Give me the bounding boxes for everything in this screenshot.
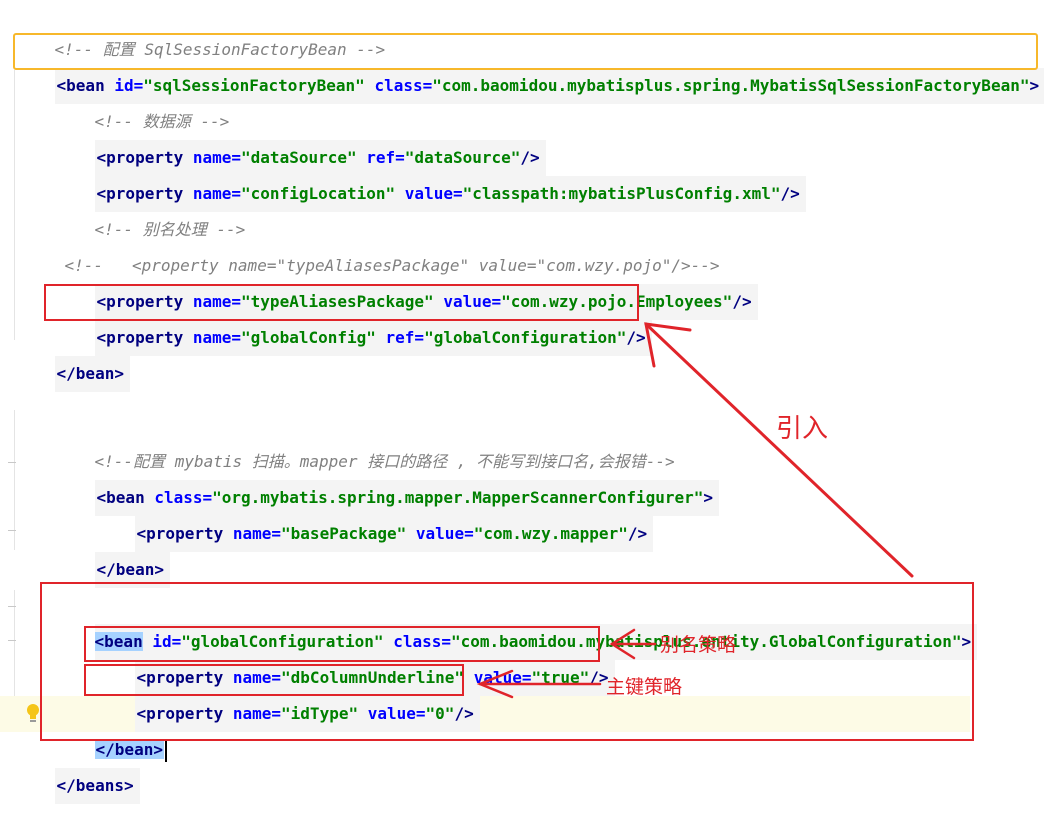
- code-line[interactable]: <property name="basePackage" value="com.…: [96, 480, 654, 552]
- xml-tag: />: [780, 184, 800, 203]
- fold-marker[interactable]: [8, 462, 16, 463]
- xml-value: "com.wzy.mapper": [473, 524, 628, 543]
- indent-guide: [14, 410, 15, 550]
- xml-tag: />: [732, 292, 752, 311]
- xml-value: "globalConfiguration": [424, 328, 627, 347]
- text-caret: [164, 739, 167, 762]
- xml-tag: />: [626, 328, 646, 347]
- xml-value: "true": [531, 668, 590, 687]
- code-line[interactable]: <!-- 别名处理 -->: [56, 176, 246, 239]
- xml-value: "com.baomidou.mybatisplus.spring.Mybatis…: [432, 76, 1030, 95]
- xml-value: "0": [425, 704, 455, 723]
- code-line[interactable]: <bean id="globalConfiguration" class="co…: [56, 588, 978, 660]
- code-editor[interactable]: <!-- 配置 SqlSessionFactoryBean --> <bean …: [0, 0, 1044, 804]
- xml-attr: name=: [192, 328, 242, 347]
- xml-attr: ref=: [385, 328, 425, 347]
- indent-guide: [14, 70, 15, 340]
- fold-marker[interactable]: [8, 640, 16, 641]
- code-line[interactable]: </bean>: [56, 516, 170, 588]
- code-line[interactable]: <property name="dbColumnUnderline" value…: [96, 624, 615, 696]
- annotation-key-strategy: 主键策略: [606, 676, 683, 698]
- xml-tag: </beans>: [56, 776, 134, 795]
- xml-attr: value=: [415, 524, 474, 543]
- xml-value: "idType": [281, 704, 359, 723]
- code-line[interactable]: </beans>: [16, 732, 140, 804]
- code-line[interactable]: </bean>: [56, 696, 167, 762]
- xml-tag: </bean>: [56, 364, 124, 383]
- annotation-alias-strategy: 别名策略: [660, 634, 737, 656]
- xml-tag: />: [627, 524, 648, 543]
- xml-attr: value=: [367, 704, 426, 723]
- code-line[interactable]: <!-- 数据源 -->: [56, 68, 230, 131]
- xml-attr: value=: [473, 668, 532, 687]
- xml-attr: name=: [232, 524, 282, 543]
- fold-marker[interactable]: [8, 530, 16, 531]
- xml-attr: value=: [404, 184, 463, 203]
- xml-tag: >: [961, 632, 972, 651]
- code-line[interactable]: <property name="dataSource" ref="dataSou…: [56, 104, 546, 176]
- xml-tag: >: [1029, 76, 1040, 95]
- code-line[interactable]: <property name="globalConfig" ref="globa…: [56, 284, 652, 356]
- annotation-import: 引入: [776, 414, 829, 444]
- code-line[interactable]: <property name="idType" value="0"/>: [96, 660, 480, 732]
- code-line[interactable]: <bean id="sqlSessionFactoryBean" class="…: [16, 32, 1044, 104]
- xml-attr: class=: [374, 76, 433, 95]
- fold-marker[interactable]: [8, 606, 16, 607]
- xml-value: "configLocation": [241, 184, 396, 203]
- code-line[interactable]: <bean class="org.mybatis.spring.mapper.M…: [56, 444, 720, 516]
- code-line[interactable]: </bean>: [16, 320, 130, 392]
- code-line[interactable]: <property name="typeAliasesPackage" valu…: [56, 248, 758, 320]
- xml-attr: name=: [232, 704, 282, 723]
- xml-value: "globalConfig": [241, 328, 376, 347]
- xml-tag: </bean>: [96, 560, 164, 579]
- code-line[interactable]: <!-- 配置 SqlSessionFactoryBean -->: [16, 0, 386, 59]
- code-line[interactable]: <property name="configLocation" value="c…: [56, 140, 806, 212]
- xml-tag: />: [454, 704, 474, 723]
- xml-value: "classpath:mybatisPlusConfig.xml": [462, 184, 781, 203]
- xml-tag: >: [703, 488, 714, 507]
- lightbulb-icon[interactable]: [24, 702, 42, 724]
- indent-guide: [14, 590, 15, 710]
- code-line[interactable]: <!--配置 mybatis 扫描。mapper 接口的路径 , 不能写到接口名…: [56, 408, 675, 471]
- code-line[interactable]: <!-- <property name="typeAliasesPackage"…: [26, 212, 720, 275]
- xml-value: "basePackage": [281, 524, 407, 543]
